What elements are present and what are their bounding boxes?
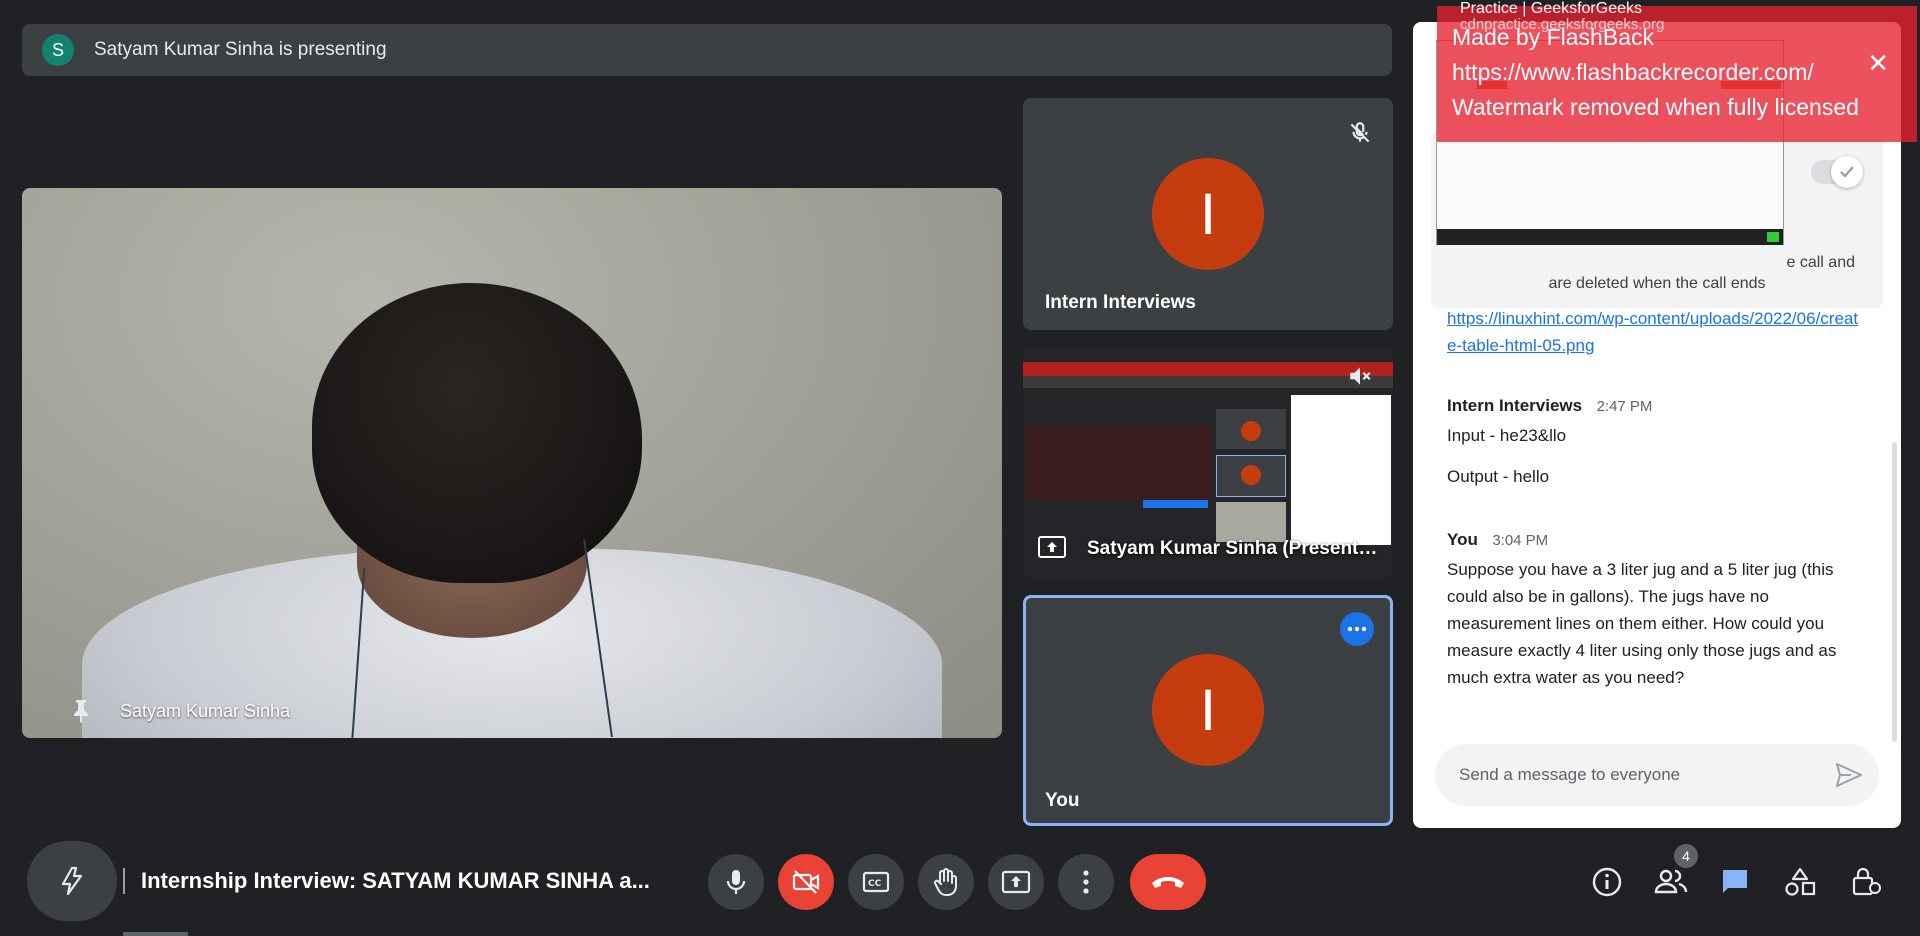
leave-call-button[interactable] bbox=[1130, 854, 1206, 910]
notice-line: are deleted when the call ends bbox=[1548, 275, 1766, 292]
activities-shapes-button[interactable] bbox=[1780, 862, 1820, 902]
participant-name: Satyam Kumar Sinha (Present… bbox=[1087, 538, 1377, 559]
message-sender: You bbox=[1447, 530, 1478, 549]
participant-name: You bbox=[1045, 790, 1080, 811]
message-text: measure exactly 4 liter using only those… bbox=[1447, 641, 1837, 660]
message-text: could also be in gallons). The jugs have… bbox=[1447, 587, 1769, 606]
preview-footer bbox=[1437, 229, 1783, 245]
thumb-browser-tabs bbox=[1023, 362, 1393, 376]
message-sender: Intern Interviews bbox=[1447, 396, 1583, 415]
chat-input-container bbox=[1435, 744, 1879, 806]
message-text: measurement lines on them either. How co… bbox=[1447, 614, 1825, 633]
presenter-avatar: S bbox=[42, 34, 74, 66]
people-button[interactable] bbox=[1651, 862, 1691, 902]
bottom-indicator bbox=[123, 932, 188, 936]
svg-text:CC: CC bbox=[868, 879, 882, 889]
chat-message-input[interactable] bbox=[1457, 764, 1817, 786]
volume-off-icon bbox=[1350, 367, 1371, 385]
preview-ok bbox=[1767, 232, 1779, 242]
more-vertical-icon bbox=[1083, 870, 1089, 894]
microphone-icon bbox=[726, 870, 746, 894]
watermark-line: https://www.flashbackrecorder.com/ bbox=[1452, 59, 1814, 85]
send-icon[interactable] bbox=[1835, 762, 1863, 788]
more-options-button[interactable] bbox=[1340, 612, 1374, 646]
watermark-line: Watermark removed when fully licensed bbox=[1452, 94, 1859, 120]
main-video-name: Satyam Kumar Sinha bbox=[120, 700, 291, 721]
chat-message: You 3:04 PM Suppose you have a 3 liter j… bbox=[1447, 530, 1877, 691]
notice-text: e call and are deleted when the call end… bbox=[1431, 252, 1883, 294]
pin-icon[interactable] bbox=[70, 698, 92, 724]
video-person-hair bbox=[312, 283, 642, 583]
thumb-avatar bbox=[1241, 465, 1261, 485]
main-video-tile[interactable]: Satyam Kumar Sinha bbox=[22, 188, 1002, 738]
message-text: Input - he23&llo bbox=[1447, 426, 1567, 445]
host-controls-button[interactable] bbox=[1846, 862, 1886, 902]
toggle-knob bbox=[1831, 156, 1863, 188]
message-text: much extra water as you need? bbox=[1447, 668, 1685, 687]
participant-avatar: I bbox=[1152, 158, 1264, 270]
participant-tile-intern-interviews[interactable]: I Intern Interviews bbox=[1023, 98, 1393, 330]
meeting-details-button[interactable] bbox=[1587, 862, 1627, 902]
main-video-label: Satyam Kumar Sinha bbox=[70, 698, 290, 724]
thumb-video bbox=[1216, 502, 1286, 542]
raise-hand-button[interactable] bbox=[918, 854, 974, 910]
more-horizontal-icon bbox=[1347, 626, 1367, 632]
message-text: Output - hello bbox=[1447, 467, 1550, 486]
microphone-button[interactable] bbox=[708, 854, 764, 910]
presenting-text: Satyam Kumar Sinha is presenting bbox=[94, 39, 387, 60]
thumb-avatar bbox=[1241, 421, 1261, 441]
info-icon bbox=[1592, 867, 1622, 897]
thumb-browser-bar bbox=[1023, 376, 1393, 388]
thumb-button bbox=[1143, 500, 1208, 508]
check-icon bbox=[1840, 166, 1854, 178]
raise-hand-icon bbox=[934, 868, 957, 896]
meeting-title: Internship Interview: SATYAM KUMAR SINHA… bbox=[141, 868, 650, 893]
recording-tab-url: cdnpractice.geeksforgeeks.org bbox=[1460, 16, 1665, 33]
chat-button[interactable] bbox=[1715, 862, 1755, 902]
activities-button[interactable] bbox=[27, 841, 117, 921]
present-screen-icon bbox=[1038, 536, 1066, 558]
camera-off-icon bbox=[792, 870, 820, 894]
chat-scrollbar[interactable] bbox=[1892, 442, 1897, 742]
present-screen-icon bbox=[1001, 870, 1031, 894]
message-time: 2:47 PM bbox=[1596, 398, 1653, 415]
message-time: 3:04 PM bbox=[1492, 532, 1549, 549]
watermark-close-icon[interactable]: ✕ bbox=[1867, 48, 1889, 79]
thumb-video-area bbox=[1025, 425, 1211, 500]
presenting-banner: S Satyam Kumar Sinha is presenting bbox=[22, 24, 1392, 76]
closed-captions-icon: CC bbox=[862, 871, 890, 893]
activities-icon bbox=[61, 866, 83, 896]
participant-tile-you[interactable]: I You bbox=[1023, 595, 1393, 826]
chat-message: Intern Interviews 2:47 PM Input - he23&l… bbox=[1447, 396, 1867, 490]
people-icon bbox=[1654, 869, 1688, 894]
more-options-button[interactable] bbox=[1058, 854, 1114, 910]
end-call-icon bbox=[1152, 877, 1184, 888]
captions-button[interactable]: CC bbox=[848, 854, 904, 910]
notice-line: e call and bbox=[1786, 254, 1856, 271]
lock-person-icon bbox=[1852, 867, 1881, 896]
message-text: Suppose you have a 3 liter jug and a 5 l… bbox=[1447, 560, 1834, 579]
chat-toggle[interactable] bbox=[1811, 156, 1863, 188]
chat-link[interactable]: https://linuxhint.com/wp-content/uploads… bbox=[1447, 305, 1867, 359]
participant-avatar: I bbox=[1152, 654, 1264, 766]
people-count-badge: 4 bbox=[1674, 844, 1698, 868]
mic-off-icon bbox=[1350, 122, 1370, 143]
bar-divider bbox=[123, 868, 125, 894]
camera-button[interactable] bbox=[778, 854, 834, 910]
shapes-icon bbox=[1785, 867, 1816, 896]
thumb-chat-panel bbox=[1291, 395, 1391, 545]
chat-icon bbox=[1723, 870, 1747, 893]
present-screen-button[interactable] bbox=[988, 854, 1044, 910]
participant-tile-screen-share[interactable]: Satyam Kumar Sinha (Present… bbox=[1023, 347, 1393, 579]
participant-name: Intern Interviews bbox=[1045, 292, 1196, 313]
